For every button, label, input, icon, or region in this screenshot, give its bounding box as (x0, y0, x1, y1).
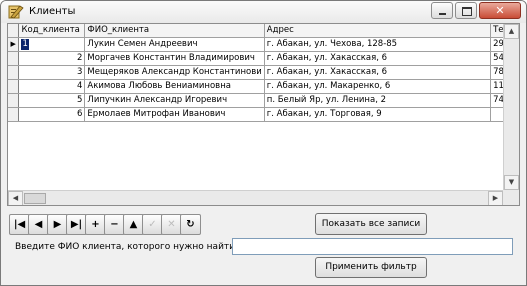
row-indicator-header (8, 24, 20, 38)
nav-insert-button[interactable]: + (85, 214, 106, 235)
table-row[interactable]: 3 Мещеряков Александр Константинови г. А… (8, 65, 519, 80)
window-title: Клиенты (29, 6, 76, 17)
nav-post-button[interactable]: ✓ (142, 214, 163, 235)
close-button[interactable]: ✕ (479, 2, 521, 19)
cell-name[interactable]: Лукин Семен Андреевич (84, 37, 265, 52)
cell-name[interactable]: Моргачев Константин Владимирович (84, 51, 265, 66)
maximize-button[interactable] (455, 2, 477, 19)
maximize-icon (462, 7, 472, 16)
table-row[interactable]: ▶ 1 Лукин Семен Андреевич г. Абакан, ул.… (8, 37, 519, 52)
apply-filter-button[interactable]: Применить фильтр (315, 257, 427, 278)
cell-id[interactable]: 5 (18, 93, 86, 108)
delphi-app-icon (8, 5, 24, 19)
nav-cancel-button[interactable]: ✕ (161, 214, 182, 235)
row-indicator: ▶ (8, 37, 20, 52)
cell-name[interactable]: Акимова Любовь Вениаминовна (84, 79, 265, 94)
nav-first-button[interactable]: |◀ (9, 214, 30, 235)
current-row-pointer-icon: ▶ (10, 40, 16, 48)
scroll-left-button[interactable]: ◀ (8, 191, 23, 205)
cell-address[interactable]: п. Белый Яр, ул. Ленина, 2 (264, 93, 492, 108)
cell-id[interactable]: 3 (18, 65, 86, 80)
scroll-right-button[interactable]: ▶ (488, 191, 503, 205)
nav-edit-button[interactable]: ▲ (123, 214, 144, 235)
nav-delete-button[interactable]: − (104, 214, 125, 235)
row-indicator (8, 51, 20, 66)
horizontal-scrollbar[interactable]: ◀ ▶ (8, 190, 503, 205)
minimize-button[interactable] (431, 2, 453, 19)
nav-refresh-button[interactable]: ↻ (180, 214, 201, 235)
show-all-records-button[interactable]: Показать все записи (315, 213, 427, 235)
clients-table: Код_клиента ФИО_клиента Адрес Те ▶ 1 Лук… (8, 24, 519, 122)
horizontal-scroll-thumb[interactable] (24, 193, 46, 204)
clients-window: Клиенты ✕ Код_клиента ФИО_клиента Адрес … (0, 0, 527, 286)
scroll-down-button[interactable]: ▼ (504, 175, 519, 190)
cell-id[interactable]: 4 (18, 79, 86, 94)
title-bar[interactable]: Клиенты ✕ (1, 1, 526, 23)
table-row[interactable]: 5 Липучкин Александр Игоревич п. Белый Я… (8, 93, 519, 108)
cell-id[interactable]: 1 (18, 37, 86, 52)
selected-cell-value: 1 (21, 39, 29, 50)
row-indicator (8, 107, 20, 122)
search-input[interactable] (232, 238, 513, 255)
cell-id[interactable]: 2 (18, 51, 86, 66)
row-indicator (8, 79, 20, 94)
table-row[interactable]: 2 Моргачев Константин Владимирович г. Аб… (8, 51, 519, 66)
search-label: Введите ФИО клиента, которого нужно найт… (15, 242, 236, 252)
cell-address[interactable]: г. Абакан, ул. Чехова, 128-85 (264, 37, 492, 52)
clients-grid[interactable]: Код_клиента ФИО_клиента Адрес Те ▶ 1 Лук… (7, 23, 520, 206)
table-header-row: Код_клиента ФИО_клиента Адрес Те (8, 24, 519, 38)
column-header-name[interactable]: ФИО_клиента (84, 24, 265, 38)
cell-name[interactable]: Липучкин Александр Игоревич (84, 93, 265, 108)
vertical-scrollbar[interactable]: ▲ ▼ (503, 24, 519, 190)
nav-prior-button[interactable]: ◀ (28, 214, 49, 235)
minimize-icon (439, 13, 446, 15)
column-header-address[interactable]: Адрес (264, 24, 492, 38)
nav-last-button[interactable]: ▶| (66, 214, 87, 235)
cell-id[interactable]: 6 (18, 107, 86, 122)
cell-address[interactable]: г. Абакан, ул. Хакасская, 6 (264, 65, 492, 80)
table-row[interactable]: 6 Ермолаев Митрофан Иванович г. Абакан, … (8, 107, 519, 122)
cell-name[interactable]: Мещеряков Александр Константинови (84, 65, 265, 80)
cell-address[interactable]: г. Абакан, ул. Макаренко, 6 (264, 79, 492, 94)
close-icon: ✕ (495, 4, 505, 17)
table-row[interactable]: 4 Акимова Любовь Вениаминовна г. Абакан,… (8, 79, 519, 94)
column-header-id[interactable]: Код_клиента (18, 24, 86, 38)
scrollbar-corner (503, 190, 519, 205)
scroll-up-button[interactable]: ▲ (504, 24, 519, 39)
nav-next-button[interactable]: ▶ (47, 214, 68, 235)
cell-address[interactable]: г. Абакан, ул. Хакасская, 6 (264, 51, 492, 66)
cell-name[interactable]: Ермолаев Митрофан Иванович (84, 107, 265, 122)
cell-address[interactable]: г. Абакан, ул. Торговая, 9 (264, 107, 492, 122)
row-indicator (8, 65, 20, 80)
row-indicator (8, 93, 20, 108)
